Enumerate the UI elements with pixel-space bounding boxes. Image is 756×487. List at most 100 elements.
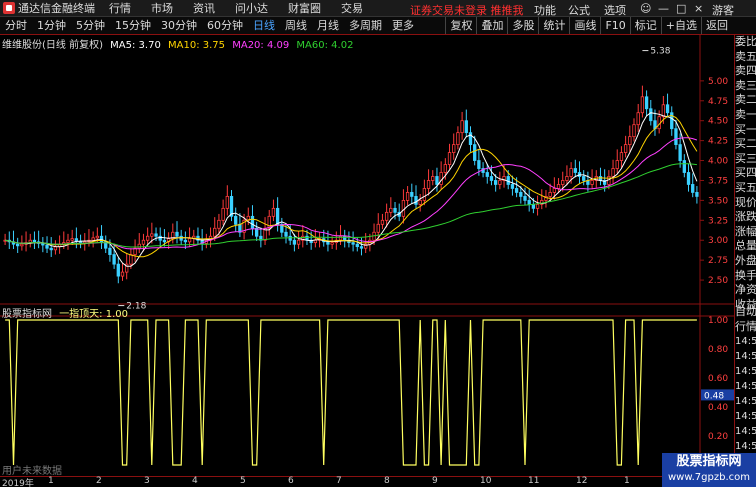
- price-axis: 5.00 4.75 4.50 4.25 4.00 3.75 3.50 3.25 3.00 2.75…: [700, 77, 734, 442]
- candle-body: [292, 239, 297, 245]
- maximize-icon[interactable]: □: [676, 2, 686, 15]
- period-weekly[interactable]: 周线: [282, 18, 310, 34]
- ma20-line: [5, 137, 698, 250]
- tool-overlay[interactable]: 叠加: [476, 17, 507, 34]
- indicator-value: 一指顶天: 1.00: [59, 309, 129, 320]
- indicator-tick: 0.60: [708, 374, 728, 384]
- quote-label: 净资: [735, 283, 756, 297]
- price-tick: 2.75: [708, 256, 728, 266]
- candle-body: [313, 239, 318, 244]
- close-icon[interactable]: ×: [694, 2, 703, 15]
- candle-body: [615, 160, 619, 169]
- price-tick: 3.50: [708, 196, 728, 206]
- candle-body: [380, 219, 385, 225]
- menu-quotes[interactable]: 行情: [109, 0, 131, 16]
- period-60min[interactable]: 60分钟: [204, 18, 246, 34]
- user-icon[interactable]: ☺: [640, 2, 651, 15]
- candle-body: [389, 207, 393, 213]
- candle-body: [355, 243, 359, 248]
- tool-multi-stock[interactable]: 多股: [507, 17, 538, 34]
- function-button[interactable]: 功能: [534, 2, 556, 18]
- candle-body: [217, 219, 221, 229]
- month-label: 6: [288, 476, 294, 486]
- candle-body: [435, 176, 439, 185]
- quote-label: 现价: [735, 195, 756, 209]
- quote-label: 卖五: [735, 49, 756, 63]
- candle-body: [460, 120, 464, 134]
- ma5-value: MA5: 3.70: [110, 40, 161, 51]
- tool-back[interactable]: 返回: [701, 17, 732, 34]
- indicator-tick: 0.80: [708, 345, 728, 355]
- candle-body: [250, 215, 255, 229]
- candle-body: [393, 207, 397, 213]
- tool-draw[interactable]: 画线: [569, 17, 600, 34]
- candle-body: [422, 188, 427, 201]
- candle-body: [468, 132, 473, 146]
- tool-mark[interactable]: 标记: [629, 17, 661, 34]
- candle-body: [284, 231, 288, 237]
- period-1min[interactable]: 1分钟: [34, 18, 69, 34]
- candle-body: [510, 184, 515, 189]
- candle-body: [661, 104, 666, 118]
- candle-body: [183, 239, 188, 243]
- guest-button[interactable]: 游客: [712, 2, 734, 18]
- minimize-icon[interactable]: —: [658, 2, 669, 15]
- period-30min[interactable]: 30分钟: [158, 18, 200, 34]
- options-button[interactable]: 选项: [604, 2, 626, 18]
- tool-adjust[interactable]: 复权: [445, 17, 476, 34]
- period-timeshare[interactable]: 分时: [2, 18, 30, 34]
- candle-body: [678, 144, 682, 161]
- price-tick: 3.00: [708, 236, 728, 246]
- quote-label: 卖四: [735, 64, 756, 78]
- candle-body: [426, 180, 431, 189]
- formula-button[interactable]: 公式: [568, 2, 590, 18]
- candle-body: [234, 215, 238, 225]
- period-multi[interactable]: 多周期: [346, 18, 385, 34]
- candle-body: [682, 160, 686, 173]
- candle-body: [267, 215, 271, 229]
- month-label: 5: [240, 476, 246, 486]
- tick-time: 14:50: [735, 351, 756, 363]
- menu-trade[interactable]: 交易: [341, 0, 363, 16]
- tool-f10[interactable]: F10: [600, 17, 629, 34]
- kline-chart[interactable]: 5.382.18 5.00 4.75 4.50 4.25 4.00 3.75 3.50 3.2…: [0, 35, 734, 468]
- candle-body: [695, 192, 699, 197]
- candle-body: [384, 211, 389, 221]
- candle-body: [636, 112, 640, 126]
- candle-body: [611, 168, 615, 177]
- menu-news[interactable]: 资讯: [193, 0, 215, 16]
- tool-add-watchlist[interactable]: +自选: [660, 17, 701, 34]
- candle-body: [32, 239, 37, 243]
- candle-body: [108, 247, 112, 255]
- menu-market[interactable]: 市场: [151, 0, 173, 16]
- login-warning[interactable]: 证券交易未登录 推推我: [410, 2, 524, 18]
- menu-ask[interactable]: 问小达: [235, 0, 268, 16]
- title-bar: 通达信金融终端 行情 市场 资讯 问小达 财富圈 交易 证券交易未登录 推推我 …: [0, 0, 756, 17]
- period-toolbar: 分时 1分钟 5分钟 15分钟 30分钟 60分钟 日线 周线 月线 多周期 更…: [0, 17, 756, 35]
- candle-body: [443, 164, 447, 173]
- candle-body: [548, 192, 552, 197]
- period-15min[interactable]: 15分钟: [112, 18, 154, 34]
- ma20-value: MA20: 4.09: [232, 40, 290, 51]
- quote-label: 买五: [735, 180, 756, 194]
- period-more[interactable]: 更多: [389, 18, 417, 34]
- tool-stats[interactable]: 统计: [538, 17, 569, 34]
- candle-body: [569, 168, 573, 177]
- candle-body: [590, 180, 594, 185]
- candle-body: [213, 227, 217, 237]
- candle-body: [628, 136, 632, 146]
- period-5min[interactable]: 5分钟: [73, 18, 108, 34]
- candle-body: [271, 207, 276, 217]
- month-label: 1: [48, 476, 54, 486]
- candle-body: [498, 180, 502, 185]
- candle-body: [351, 242, 355, 245]
- candle-body: [141, 239, 146, 245]
- price-tick: 4.00: [708, 157, 728, 167]
- month-label: 8: [384, 476, 390, 486]
- tick-time: 14:50: [735, 381, 756, 393]
- period-daily[interactable]: 日线: [250, 18, 278, 34]
- auto-label[interactable]: 自动: [735, 305, 756, 320]
- menu-wealth[interactable]: 财富圈: [288, 0, 321, 16]
- period-monthly[interactable]: 月线: [314, 18, 342, 34]
- price-tick: 2.50: [708, 276, 728, 286]
